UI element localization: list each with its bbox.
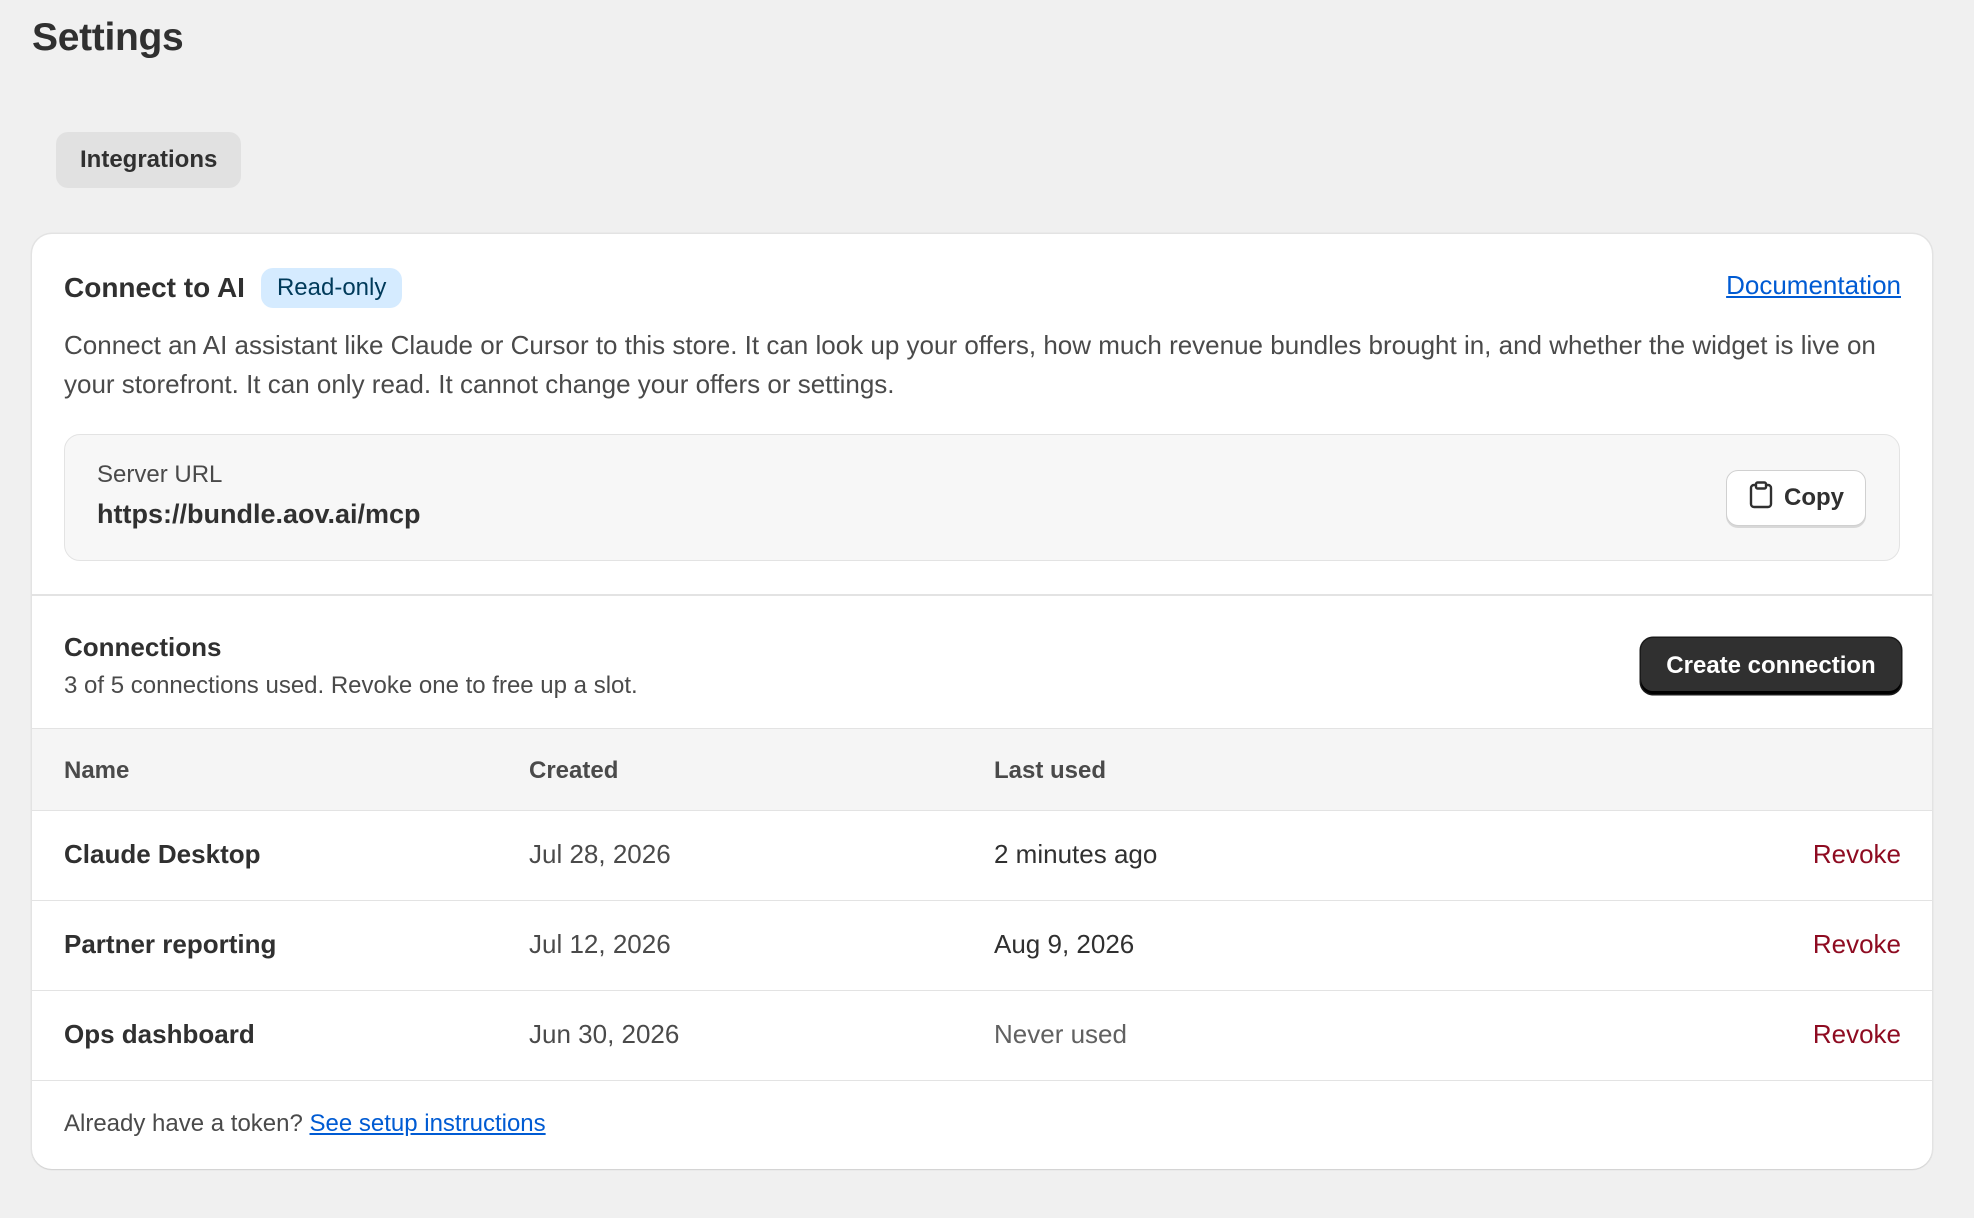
documentation-link[interactable]: Documentation xyxy=(1726,270,1901,301)
connection-created: Jul 28, 2026 xyxy=(529,839,671,869)
footer-text: Already have a token? xyxy=(64,1110,303,1137)
connection-name: Partner reporting xyxy=(64,929,277,959)
server-url-label: Server URL xyxy=(97,461,223,488)
table-row: Ops dashboard Jun 30, 2026 Never used Re… xyxy=(32,991,1932,1081)
setup-instructions-link[interactable]: See setup instructions xyxy=(310,1110,546,1137)
revoke-button[interactable]: Revoke xyxy=(1813,839,1901,870)
connections-title: Connections xyxy=(64,632,222,662)
connection-last-used: Never used xyxy=(994,1019,1127,1049)
section-divider xyxy=(32,594,1932,596)
column-header-name: Name xyxy=(64,757,130,784)
connection-last-used: Aug 9, 2026 xyxy=(994,929,1135,959)
connection-created: Jun 30, 2026 xyxy=(529,1019,680,1049)
column-header-created: Created xyxy=(529,757,619,784)
connections-subtitle: 3 of 5 connections used. Revoke one to f… xyxy=(64,672,638,699)
table-row: Claude Desktop Jul 28, 2026 2 minutes ag… xyxy=(32,811,1932,901)
copy-button[interactable]: Copy xyxy=(1726,470,1866,526)
tab-integrations[interactable]: Integrations xyxy=(56,132,242,188)
footer-note: Already have a token? See setup instruct… xyxy=(64,1110,546,1138)
page-title: Settings xyxy=(32,16,184,59)
integrations-card: Connect to AI Read-only Documentation Co… xyxy=(32,234,1932,1169)
read-only-badge: Read-only xyxy=(260,268,403,308)
connect-ai-description: Connect an AI assistant like Claude or C… xyxy=(64,330,1876,399)
connect-ai-section: Connect to AI Read-only Documentation Co… xyxy=(32,234,1932,594)
connect-ai-header: Connect to AI Read-only xyxy=(64,268,403,308)
connection-name: Claude Desktop xyxy=(64,839,261,869)
copy-button-label: Copy xyxy=(1784,484,1844,511)
revoke-button[interactable]: Revoke xyxy=(1813,929,1901,960)
connect-ai-title: Connect to AI xyxy=(64,272,245,303)
server-url-value: https://bundle.aov.ai/mcp xyxy=(97,499,421,529)
connection-last-used: 2 minutes ago xyxy=(994,839,1158,869)
table-header: Name Created Last used xyxy=(32,728,1932,811)
revoke-button[interactable]: Revoke xyxy=(1813,1019,1901,1050)
settings-page: Settings Integrations Connect to AI Read… xyxy=(0,0,1974,1218)
create-connection-button[interactable]: Create connection xyxy=(1641,638,1901,694)
connection-name: Ops dashboard xyxy=(64,1019,255,1049)
server-url-box: Server URL https://bundle.aov.ai/mcp Cop… xyxy=(64,434,1900,561)
connection-created: Jul 12, 2026 xyxy=(529,929,671,959)
table-row: Partner reporting Jul 12, 2026 Aug 9, 20… xyxy=(32,901,1932,991)
connections-table: Name Created Last used Claude Desktop Ju… xyxy=(32,728,1932,1081)
clipboard-icon xyxy=(1748,480,1774,516)
column-header-last-used: Last used xyxy=(994,757,1107,784)
